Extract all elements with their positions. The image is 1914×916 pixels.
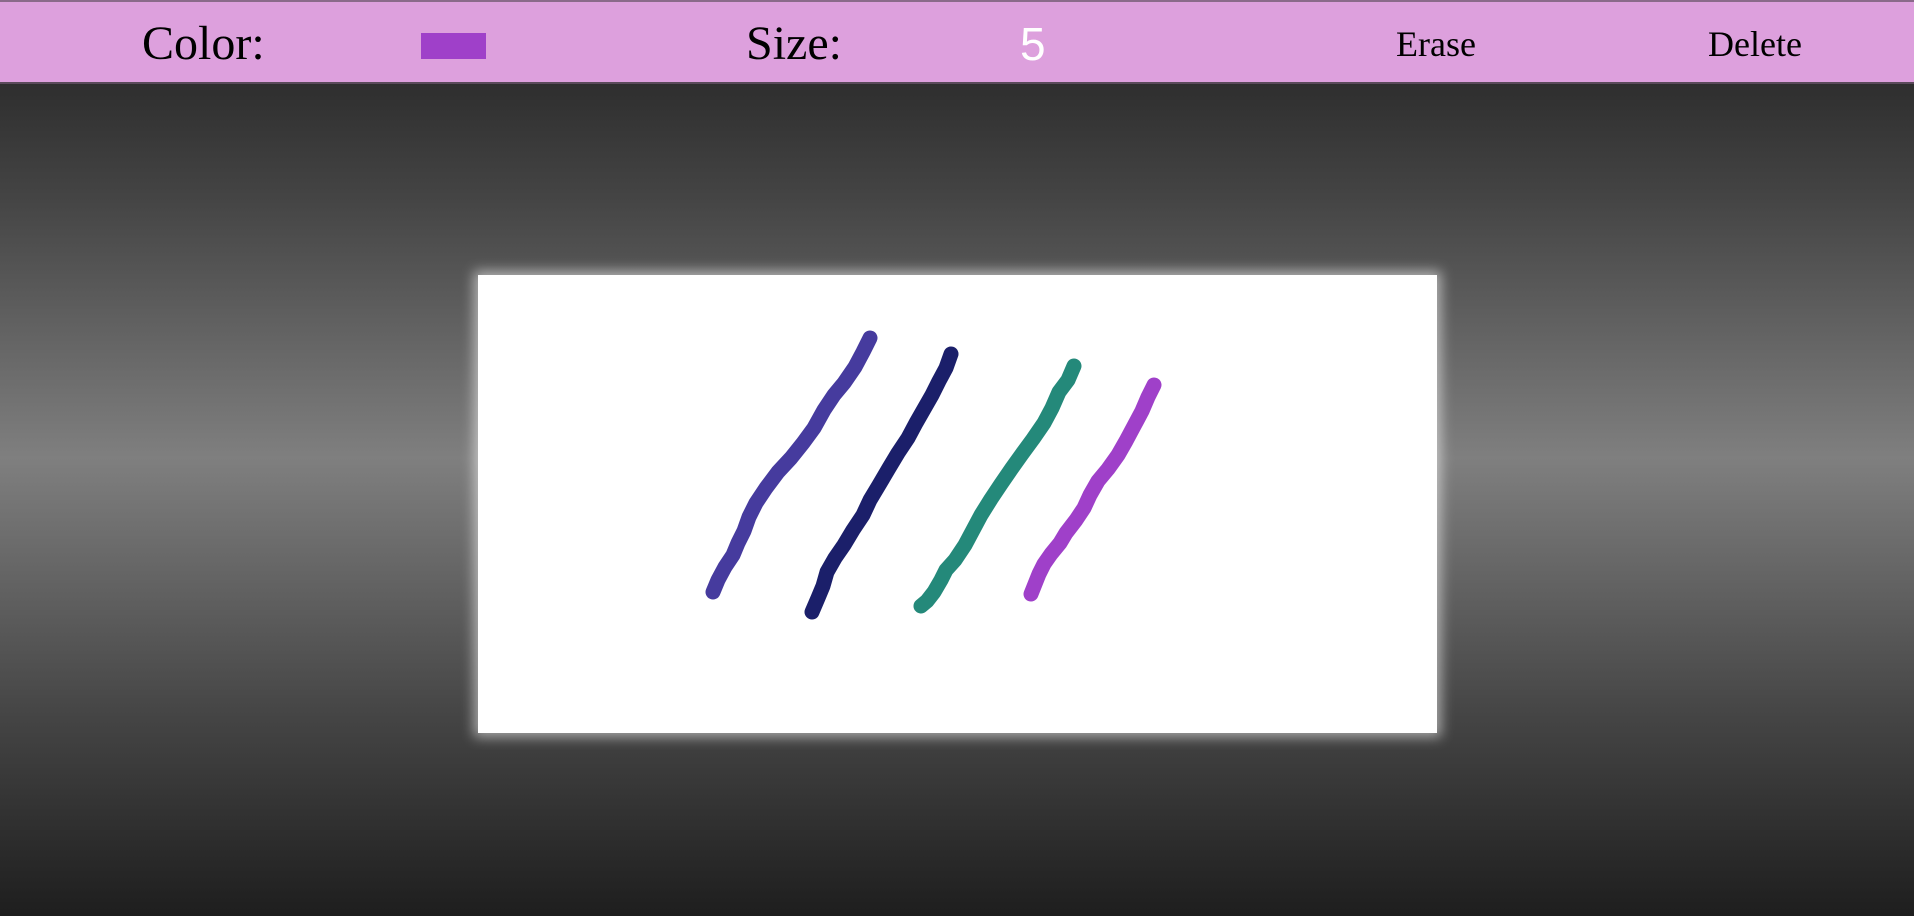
color-picker[interactable] bbox=[421, 33, 486, 59]
size-label: Size: bbox=[746, 17, 842, 70]
stroke-3 bbox=[913, 358, 1082, 614]
drawing-canvas[interactable] bbox=[478, 275, 1437, 733]
delete-button[interactable]: Delete bbox=[1708, 22, 1802, 66]
color-label: Color: bbox=[142, 17, 265, 70]
size-input[interactable] bbox=[1020, 16, 1080, 72]
toolbar: Color: Size: Erase Delete bbox=[0, 0, 1914, 84]
erase-button[interactable]: Erase bbox=[1396, 22, 1476, 66]
canvas-surface[interactable] bbox=[478, 275, 1437, 733]
